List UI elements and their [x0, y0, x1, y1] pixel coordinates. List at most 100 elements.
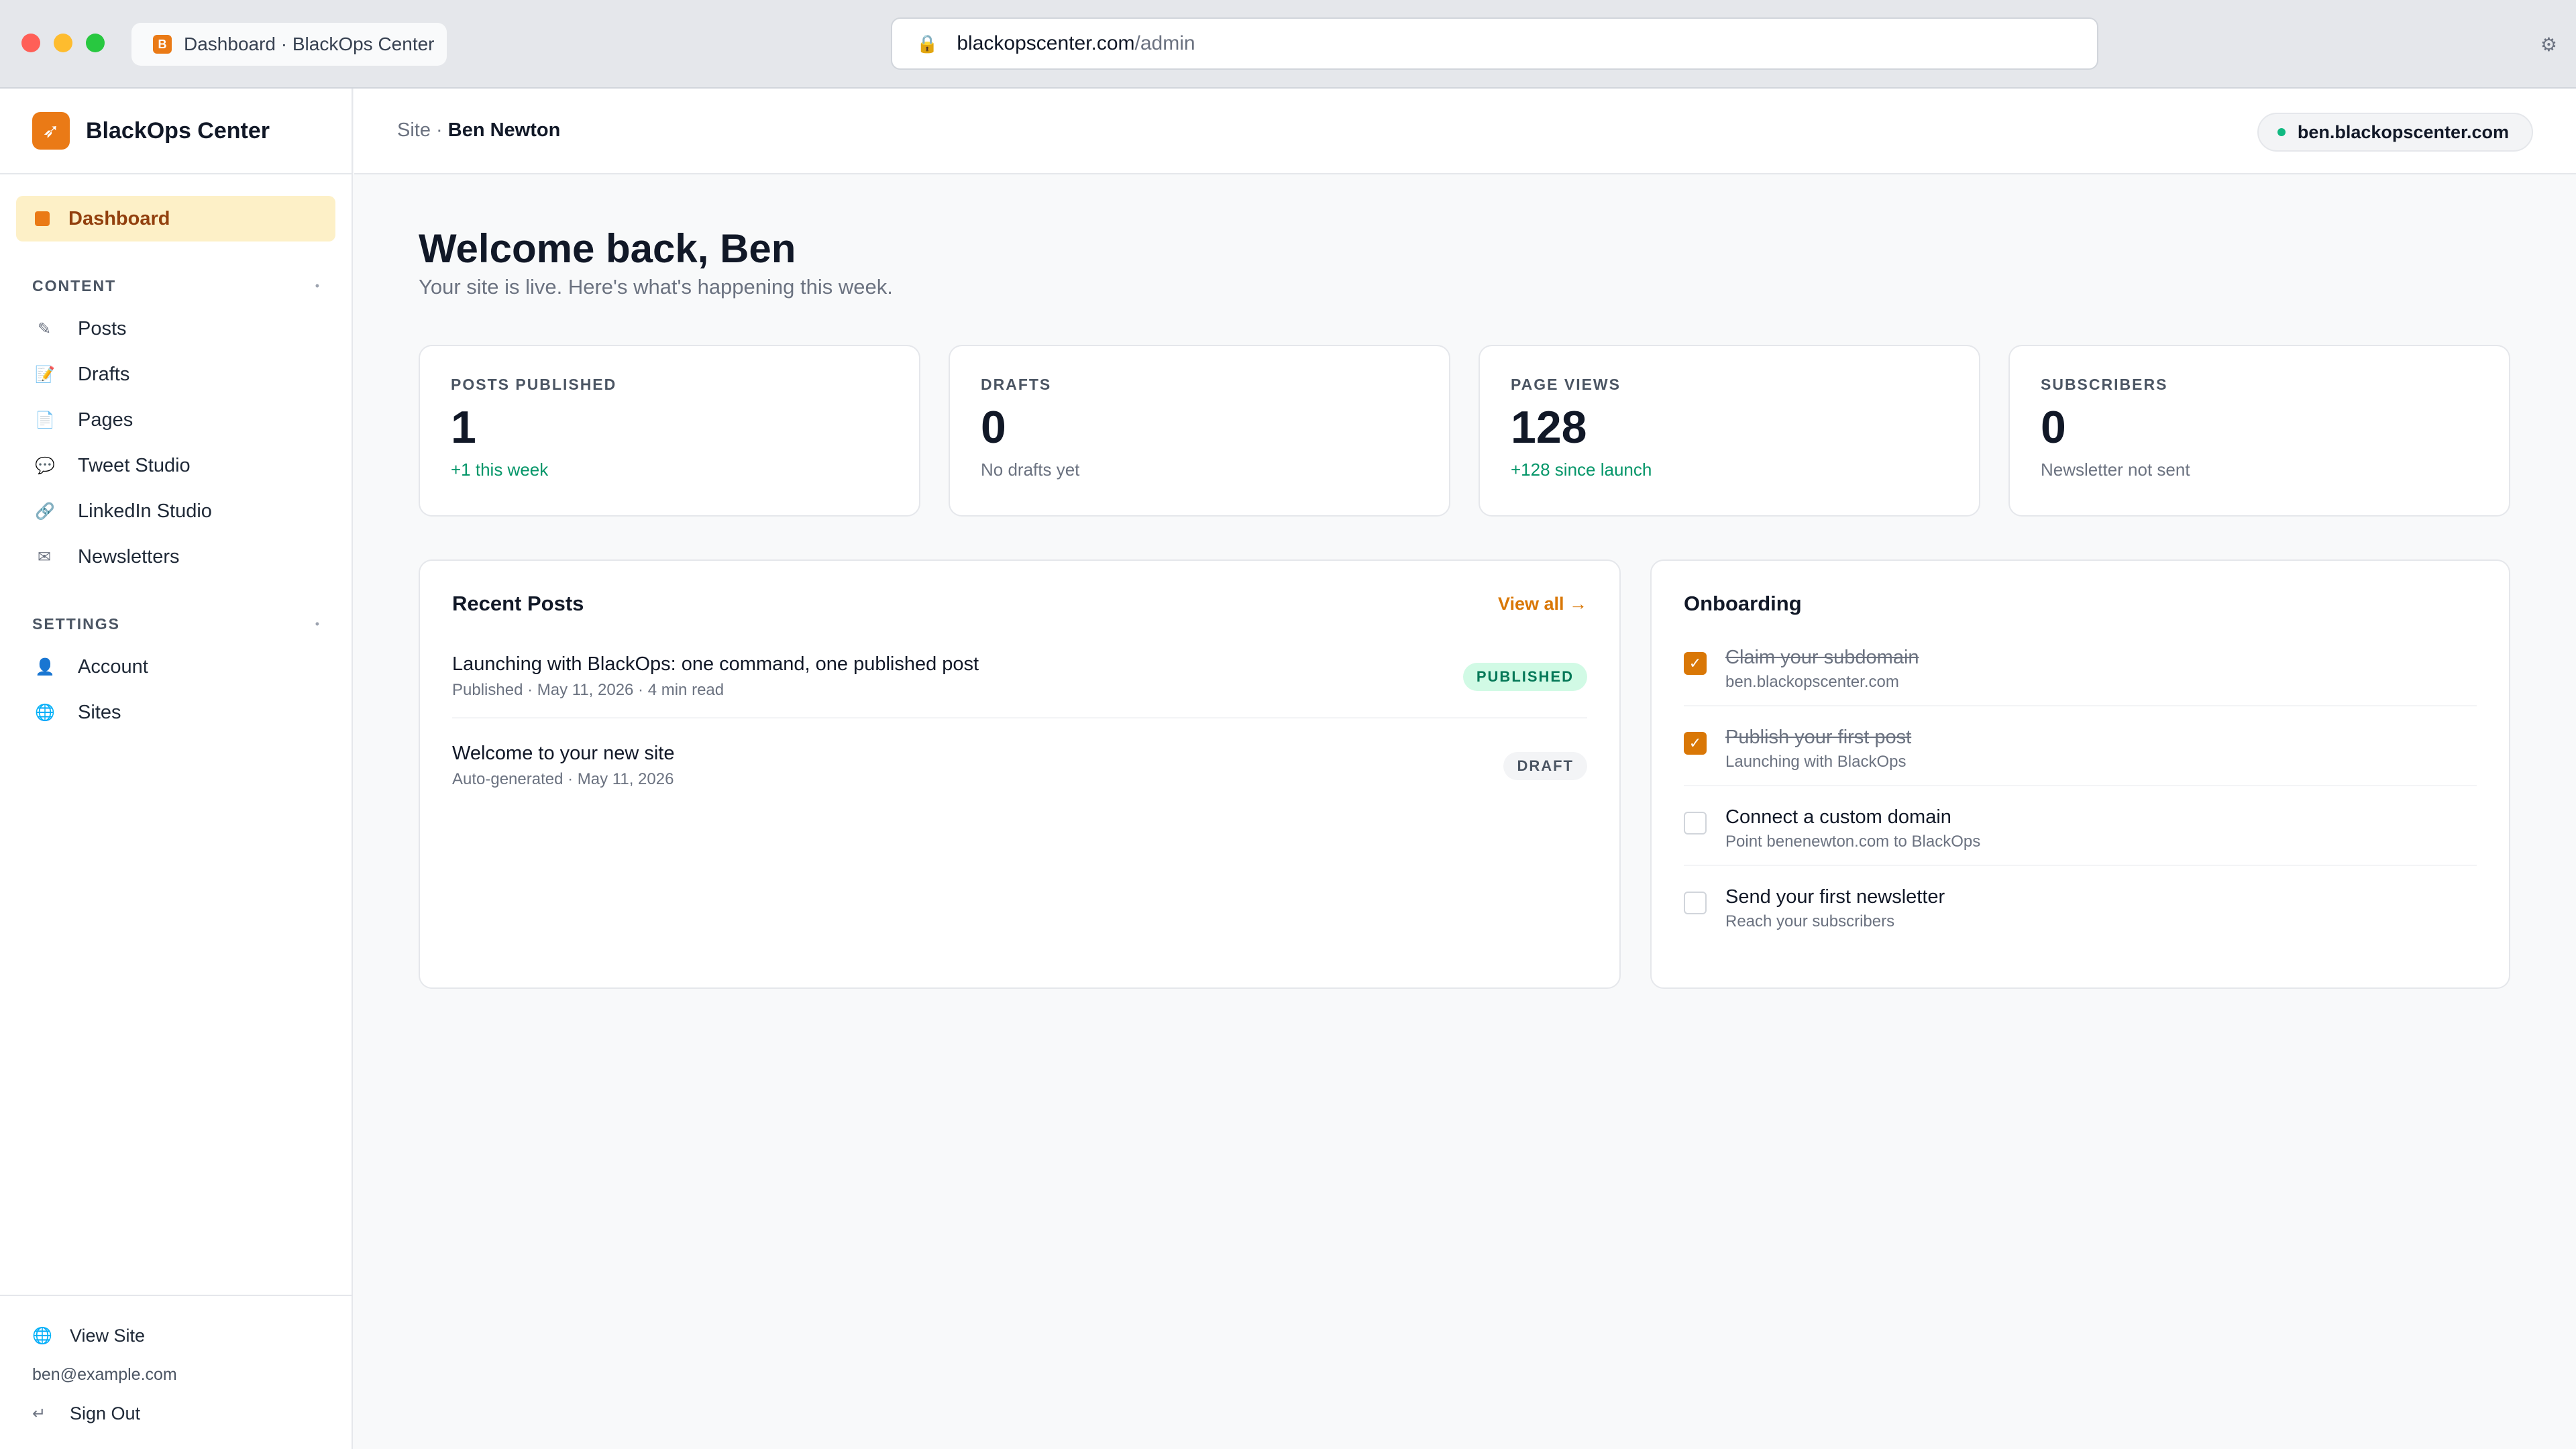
- onboarding-subtitle: Launching with BlackOps: [1725, 753, 1907, 771]
- recent-posts-card: Recent Posts View all → Launching with B…: [419, 559, 1621, 989]
- tab-title: Dashboard · BlackOps Center: [184, 34, 435, 54]
- url-path: /admin: [1134, 32, 1195, 54]
- card-header: Onboarding: [1684, 592, 2477, 616]
- breadcrumb-prefix[interactable]: Site ·: [397, 119, 443, 141]
- stat-value: 0: [2041, 402, 2066, 453]
- onboarding-title: Publish your first post: [1725, 727, 1912, 748]
- post-row[interactable]: Launching with BlackOps: one command, on…: [452, 629, 1587, 718]
- topbar: Site · Ben Newton ben.blackopscenter.com: [354, 89, 2576, 174]
- stat-value: 1: [451, 402, 476, 453]
- sidebar-item-newsletters[interactable]: ✉ Newsletters: [0, 534, 352, 580]
- collapse-icon: •: [315, 278, 319, 292]
- post-title[interactable]: Launching with BlackOps: one command, on…: [452, 653, 979, 676]
- globe-icon: 🌐: [35, 703, 55, 722]
- main-content: Welcome back, Ben Your site is live. Her…: [354, 174, 2576, 1449]
- post-row[interactable]: Welcome to your new site Auto-generated …: [452, 718, 1587, 806]
- checkbox-unchecked[interactable]: [1684, 812, 1707, 835]
- checkbox-checked[interactable]: ✓: [1684, 652, 1707, 675]
- sidebar-item-sites[interactable]: 🌐 Sites: [0, 690, 352, 735]
- post-meta: Auto-generated · May 11, 2026: [452, 770, 674, 788]
- stat-card-posts-published: POSTS PUBLISHED 1 +1 this week: [419, 345, 920, 517]
- stats-row: POSTS PUBLISHED 1 +1 this week DRAFTS 0 …: [419, 345, 2510, 517]
- onboarding-subtitle: Reach your subscribers: [1725, 912, 1895, 930]
- post-title[interactable]: Welcome to your new site: [452, 743, 675, 765]
- onboarding-title: Send your first newsletter: [1725, 886, 1945, 908]
- status-dot-icon: [2277, 128, 2286, 136]
- browser-tab[interactable]: B Dashboard · BlackOps Center: [131, 23, 447, 66]
- section-header-settings[interactable]: SETTINGS •: [0, 610, 352, 637]
- address-bar[interactable]: 🔒 blackopscenter.com/admin: [891, 17, 2098, 70]
- brand-name: BlackOps Center: [86, 117, 270, 144]
- pencil-icon: ✎: [37, 319, 52, 338]
- sidebar-item-linkedin-studio[interactable]: 🔗 LinkedIn Studio: [0, 488, 352, 534]
- browser-chrome: B Dashboard · BlackOps Center 🔒 blackops…: [0, 0, 2576, 89]
- view-all-link[interactable]: View all →: [1498, 594, 1587, 614]
- onboarding-item[interactable]: Send your first newsletter Reach your su…: [1684, 866, 2477, 945]
- card-title: Onboarding: [1684, 592, 1802, 615]
- url-text: blackopscenter.com/admin: [957, 32, 1195, 55]
- sidebar-item-dashboard[interactable]: Dashboard: [16, 196, 335, 241]
- sidebar-item-account[interactable]: 👤 Account: [0, 644, 352, 690]
- stat-card-subscribers: SUBSCRIBERS 0 Newsletter not sent: [2008, 345, 2510, 517]
- sign-out-icon: ↵: [32, 1404, 46, 1423]
- speech-bubble-icon: 💬: [35, 456, 55, 475]
- card-title: Recent Posts: [452, 592, 584, 615]
- sign-out-button[interactable]: ↵ Sign Out: [0, 1394, 352, 1433]
- envelope-icon: ✉: [37, 547, 52, 566]
- brand-logo-icon: ➶: [32, 112, 70, 150]
- site-domain: ben.blackopscenter.com: [2297, 121, 2509, 142]
- window-controls: [21, 34, 105, 52]
- sidebar-item-tweet-studio[interactable]: 💬 Tweet Studio: [0, 443, 352, 488]
- stat-note: Newsletter not sent: [2041, 459, 2190, 480]
- url-host: blackopscenter.com: [957, 32, 1135, 54]
- page-subtitle: Your site is live. Here's what's happeni…: [419, 275, 893, 299]
- sidebar-item-label: LinkedIn Studio: [78, 500, 212, 522]
- maximize-window-button[interactable]: [86, 34, 105, 52]
- card-header: Recent Posts View all →: [452, 592, 1587, 616]
- status-badge: DRAFT: [1503, 751, 1587, 780]
- sidebar-item-label: Account: [78, 655, 148, 678]
- section-title: CONTENT: [32, 276, 117, 294]
- collapse-icon: •: [315, 616, 319, 631]
- lock-icon: 🔒: [916, 33, 938, 54]
- sidebar-footer: 🌐 View Site ben@example.com ↵ Sign Out: [0, 1295, 352, 1449]
- onboarding-card: Onboarding ✓ Claim your subdomain ben.bl…: [1650, 559, 2510, 989]
- onboarding-item[interactable]: Connect a custom domain Point benenewton…: [1684, 786, 2477, 866]
- user-email: ben@example.com: [32, 1364, 177, 1384]
- site-domain-pill[interactable]: ben.blackopscenter.com: [2257, 113, 2533, 152]
- close-window-button[interactable]: [21, 34, 40, 52]
- sidebar-item-label: Pages: [78, 409, 133, 431]
- breadcrumb-current: Ben Newton: [447, 119, 561, 141]
- section-header-content[interactable]: CONTENT •: [0, 272, 352, 299]
- stat-value: 0: [981, 402, 1006, 453]
- view-site-label: View Site: [70, 1325, 146, 1346]
- sign-out-label: Sign Out: [70, 1403, 141, 1424]
- stat-value: 128: [1511, 402, 1587, 453]
- section-title: SETTINGS: [32, 614, 121, 633]
- stat-label: PAGE VIEWS: [1511, 376, 1621, 393]
- sidebar-item-label: Posts: [78, 317, 127, 339]
- status-badge: PUBLISHED: [1462, 662, 1587, 691]
- dashboard-icon: [35, 211, 50, 226]
- page-title: Welcome back, Ben: [419, 226, 796, 271]
- sidebar-item-pages[interactable]: 📄 Pages: [0, 397, 352, 443]
- stat-label: SUBSCRIBERS: [2041, 376, 2168, 393]
- brand[interactable]: ➶ BlackOps Center: [0, 89, 352, 174]
- stat-card-page-views: PAGE VIEWS 128 +128 since launch: [1479, 345, 1980, 517]
- onboarding-subtitle: ben.blackopscenter.com: [1725, 673, 1899, 691]
- globe-icon: 🌐: [32, 1326, 52, 1345]
- stat-card-drafts: DRAFTS 0 No drafts yet: [949, 345, 1450, 517]
- gear-icon[interactable]: ⚙: [2540, 34, 2557, 56]
- view-site-link[interactable]: 🌐 View Site: [0, 1316, 352, 1355]
- checkbox-checked[interactable]: ✓: [1684, 732, 1707, 755]
- user-icon: 👤: [35, 657, 55, 676]
- sidebar-item-posts[interactable]: ✎ Posts: [0, 306, 352, 352]
- sidebar-item-label: Newsletters: [78, 545, 180, 568]
- checkbox-unchecked[interactable]: [1684, 892, 1707, 914]
- onboarding-item[interactable]: ✓ Publish your first post Launching with…: [1684, 706, 2477, 786]
- sidebar-item-drafts[interactable]: 📝 Drafts: [0, 352, 352, 397]
- minimize-window-button[interactable]: [54, 34, 72, 52]
- onboarding-title: Connect a custom domain: [1725, 806, 1951, 828]
- sidebar-item-label: Tweet Studio: [78, 454, 191, 476]
- onboarding-item[interactable]: ✓ Claim your subdomain ben.blackopscente…: [1684, 627, 2477, 706]
